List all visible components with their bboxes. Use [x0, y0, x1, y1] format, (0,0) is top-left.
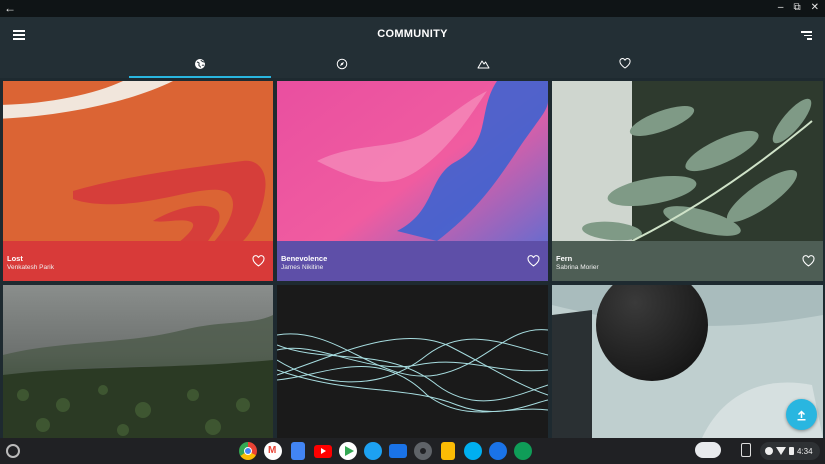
hangouts-icon[interactable]: [514, 442, 532, 460]
tab-community[interactable]: [129, 49, 271, 78]
wallpaper-author: Sabrina Morier: [556, 264, 599, 271]
back-arrow-icon[interactable]: ←: [4, 1, 16, 15]
settings-icon[interactable]: [414, 442, 432, 460]
files-icon[interactable]: [389, 444, 407, 458]
wallpaper-image: [277, 285, 548, 438]
wallpaper-image: [552, 285, 823, 438]
card-info: Lost Venkatesh Parik: [3, 242, 273, 281]
card-info: Benevolence James Nikitine: [277, 242, 548, 281]
heart-icon[interactable]: [252, 255, 265, 267]
mountain-icon: [477, 60, 490, 69]
download-button[interactable]: [786, 399, 817, 430]
wallpaper-card[interactable]: Lost Venkatesh Parik: [3, 81, 273, 281]
wallpaper-name: Benevolence: [281, 254, 328, 263]
globe-icon: [194, 58, 205, 69]
tab-top[interactable]: [413, 49, 555, 78]
tab-favorites[interactable]: [554, 49, 696, 78]
wallpaper-name: Lost: [7, 254, 23, 263]
maximize-button[interactable]: ⧉: [793, 1, 800, 15]
launcher-icon[interactable]: [6, 444, 20, 458]
play-store-icon[interactable]: [339, 442, 357, 460]
chrome-icon[interactable]: [239, 442, 257, 460]
tab-bar: [129, 49, 696, 78]
minimize-button[interactable]: –: [778, 1, 784, 15]
wallpaper-author: James Nikitine: [281, 264, 324, 271]
twitter-icon[interactable]: [364, 442, 382, 460]
page-title: COMMUNITY: [377, 28, 448, 40]
wallpaper-card[interactable]: [277, 285, 548, 438]
wallpaper-card[interactable]: [3, 285, 273, 438]
wifi-icon: [776, 447, 786, 455]
stylus-icon[interactable]: [695, 442, 721, 458]
duo-icon[interactable]: [489, 442, 507, 460]
youtube-icon[interactable]: [314, 445, 332, 458]
download-status-icon: [765, 447, 773, 455]
wallpaper-author: Venkatesh Parik: [7, 264, 54, 271]
sort-icon[interactable]: [801, 29, 812, 42]
download-icon: [797, 409, 806, 420]
heart-icon[interactable]: [527, 255, 540, 267]
tab-explore[interactable]: [271, 49, 413, 78]
compass-icon: [336, 58, 347, 69]
keep-icon[interactable]: [441, 442, 455, 460]
clock: 4:34: [797, 446, 813, 456]
docs-icon[interactable]: [291, 442, 305, 460]
gmail-icon[interactable]: M: [264, 442, 282, 460]
shelf-apps: M: [239, 442, 532, 460]
wallpaper-card[interactable]: Benevolence James Nikitine: [277, 81, 548, 281]
wallpaper-image: [3, 285, 273, 438]
skype-icon[interactable]: [464, 442, 482, 460]
wallpaper-card[interactable]: Fern Sabrina Morier: [552, 81, 823, 281]
close-button[interactable]: ✕: [811, 1, 819, 15]
heart-icon: [619, 58, 631, 69]
app-bar: COMMUNITY: [0, 17, 825, 78]
tray-area: [695, 442, 751, 458]
wallpaper-card[interactable]: [552, 285, 823, 438]
status-area[interactable]: 4:34: [760, 442, 820, 460]
system-shelf: M 4:34: [0, 438, 825, 464]
card-info: Fern Sabrina Morier: [552, 242, 823, 281]
wallpaper-name: Fern: [556, 254, 573, 263]
wallpaper-grid: Lost Venkatesh Parik Benevolence James N…: [3, 81, 825, 438]
phone-hub-icon[interactable]: [741, 443, 751, 457]
heart-icon[interactable]: [802, 255, 815, 267]
battery-icon: [789, 447, 794, 455]
window-title-bar: ← – ⧉ ✕: [0, 0, 825, 17]
